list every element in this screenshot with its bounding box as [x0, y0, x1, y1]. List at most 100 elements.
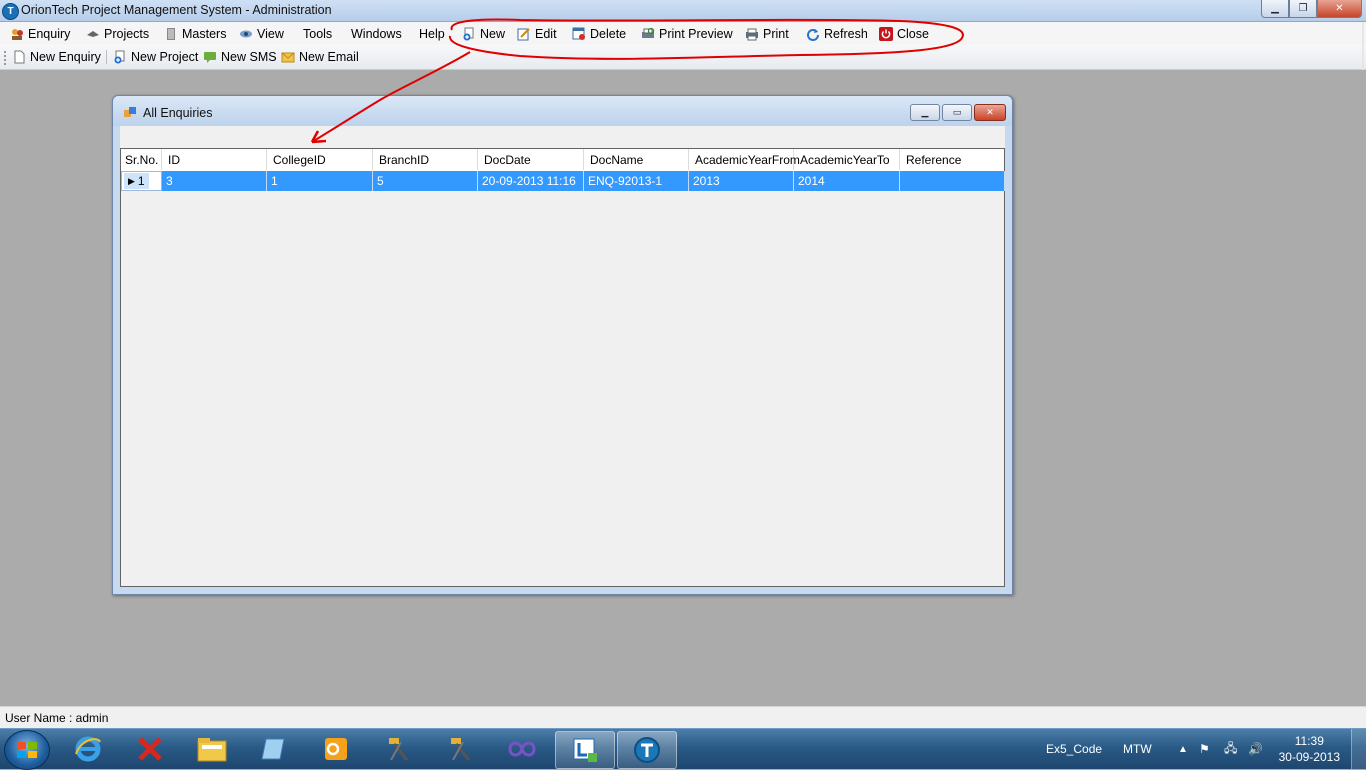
- child-body: Sr.No. ID CollegeID BranchID DocDate Doc…: [120, 126, 1005, 587]
- refresh-icon: [807, 28, 819, 41]
- delete-icon: [572, 27, 585, 40]
- cell-college-id[interactable]: 1: [267, 171, 373, 191]
- hammer-icon: [389, 738, 409, 761]
- enquiries-grid[interactable]: Sr.No. ID CollegeID BranchID DocDate Doc…: [120, 148, 1005, 587]
- hammer-icon: [451, 738, 471, 761]
- enquiry-icon: [12, 28, 23, 40]
- child-title-bar: All Enquiries ▁ ▭ ✕: [113, 96, 1012, 126]
- folder-icon: [197, 738, 227, 762]
- action-print-preview-button[interactable]: Print Preview: [641, 25, 733, 42]
- document-icon: [14, 50, 25, 64]
- taskbar-tools-1[interactable]: [369, 731, 427, 767]
- new-email-button[interactable]: New Email: [281, 49, 359, 65]
- x-app-icon: [138, 737, 162, 761]
- child-minimize-button[interactable]: ▁: [910, 104, 940, 121]
- outlook-icon: [325, 738, 347, 760]
- email-icon: [281, 52, 295, 63]
- toolbar-separator: [106, 50, 107, 64]
- taskbar-ie[interactable]: [59, 731, 117, 767]
- action-new-button[interactable]: New: [462, 25, 505, 42]
- new-enquiry-button[interactable]: New Enquiry: [12, 49, 101, 65]
- clock[interactable]: 11:39 30-09-2013: [1279, 733, 1340, 765]
- child-maximize-button[interactable]: ▭: [942, 104, 972, 121]
- tray-expand-icon[interactable]: ▲: [1178, 729, 1188, 769]
- oriontech-icon: [634, 737, 660, 763]
- column-header[interactable]: AcademicYearTo: [794, 149, 900, 170]
- title-bar: T OrionTech Project Management System - …: [0, 0, 1366, 22]
- column-header[interactable]: DocName: [584, 149, 689, 170]
- restore-icon: ❐: [1298, 3, 1308, 14]
- cell-year-to[interactable]: 2014: [794, 171, 900, 191]
- child-window-controls: ▁ ▭ ✕: [910, 104, 1006, 121]
- windows-logo-icon: [17, 742, 37, 758]
- column-header[interactable]: ID: [162, 149, 267, 170]
- all-enquiries-window: All Enquiries ▁ ▭ ✕ Sr.No. ID CollegeID …: [112, 95, 1013, 595]
- new-project-button[interactable]: New Project: [113, 49, 198, 65]
- child-close-button[interactable]: ✕: [974, 104, 1006, 121]
- menu-view[interactable]: View: [239, 25, 284, 42]
- cell-reference[interactable]: [900, 171, 1005, 191]
- child-window-title: All Enquiries: [143, 106, 213, 120]
- clock-time: 11:39: [1294, 734, 1324, 748]
- start-button[interactable]: [4, 730, 50, 770]
- row-header[interactable]: ▶ 1: [121, 171, 162, 191]
- taskbar-lync[interactable]: [555, 731, 615, 769]
- restore-button[interactable]: ❐: [1289, 0, 1317, 18]
- cell-doc-date[interactable]: 20-09-2013 11:16: [478, 171, 584, 191]
- cell-year-from[interactable]: 2013: [689, 171, 794, 191]
- status-bar: User Name : admin: [0, 706, 1366, 729]
- close-window-button[interactable]: ✕: [1317, 0, 1362, 18]
- cell-branch-id[interactable]: 5: [373, 171, 478, 191]
- masters-icon: [167, 27, 175, 40]
- taskbar-notepad[interactable]: [245, 731, 303, 767]
- taskbar-explorer[interactable]: [183, 731, 241, 767]
- flag-icon[interactable]: ⚑: [1199, 729, 1210, 769]
- toolbar-grip[interactable]: [4, 51, 8, 65]
- table-row[interactable]: ▶ 1 3 1 5 20-09-2013 11:16 ENQ-92013-1 20…: [121, 171, 1005, 191]
- action-edit-button[interactable]: Edit: [517, 25, 557, 42]
- volume-icon[interactable]: 🔊: [1248, 729, 1263, 769]
- menu-windows[interactable]: Windows: [351, 25, 402, 42]
- tray-ex5-code[interactable]: Ex5_Code: [1046, 729, 1102, 769]
- power-icon: [879, 26, 893, 41]
- menu-masters[interactable]: Masters: [164, 25, 226, 42]
- edit-icon: [517, 27, 530, 40]
- cell-doc-name[interactable]: ENQ-92013-1: [584, 171, 689, 191]
- menu-projects[interactable]: Projects: [86, 25, 149, 42]
- window-controls: ▁ ❐ ✕: [1261, 0, 1362, 18]
- column-header[interactable]: AcademicYearFrom: [689, 149, 800, 170]
- column-header[interactable]: DocDate: [478, 149, 584, 170]
- menu-tools[interactable]: Tools: [303, 25, 332, 42]
- action-refresh-button[interactable]: Refresh: [806, 25, 868, 42]
- show-desktop-button[interactable]: [1351, 729, 1366, 769]
- form-icon: [124, 107, 136, 117]
- cell-id[interactable]: 3: [162, 171, 267, 191]
- network-icon[interactable]: 🖧: [1224, 729, 1237, 769]
- menu-enquiry[interactable]: Enquiry: [10, 25, 70, 42]
- new-project-icon: [114, 50, 125, 64]
- new-sms-button[interactable]: New SMS: [203, 49, 277, 65]
- taskbar-oriontech[interactable]: [617, 731, 677, 769]
- action-close-button[interactable]: Close: [879, 25, 929, 42]
- tray-mtw[interactable]: MTW: [1123, 729, 1152, 769]
- menu-bar: Enquiry Projects Masters View Tools Wind…: [0, 22, 1366, 45]
- minimize-button[interactable]: ▁: [1261, 0, 1289, 18]
- sms-icon: [204, 52, 216, 63]
- user-name-label: User Name : admin: [5, 711, 109, 725]
- action-delete-button[interactable]: Delete: [572, 25, 626, 42]
- taskbar-tools-2[interactable]: [431, 731, 489, 767]
- column-header[interactable]: Sr.No.: [121, 149, 162, 170]
- action-print-button[interactable]: Print: [745, 25, 789, 42]
- column-header[interactable]: Reference: [900, 149, 1004, 170]
- projects-icon: [87, 30, 99, 37]
- column-header[interactable]: CollegeID: [267, 149, 373, 170]
- new-icon: [463, 27, 474, 40]
- view-icon: [240, 30, 252, 37]
- taskbar-app-x[interactable]: [121, 731, 179, 767]
- taskbar-visual-studio[interactable]: [493, 731, 551, 767]
- infinity-icon: [508, 741, 536, 757]
- window-title: OrionTech Project Management System - Ad…: [21, 3, 332, 17]
- column-header[interactable]: BranchID: [373, 149, 478, 170]
- menu-help[interactable]: Help: [419, 25, 445, 42]
- taskbar-outlook[interactable]: [307, 731, 365, 767]
